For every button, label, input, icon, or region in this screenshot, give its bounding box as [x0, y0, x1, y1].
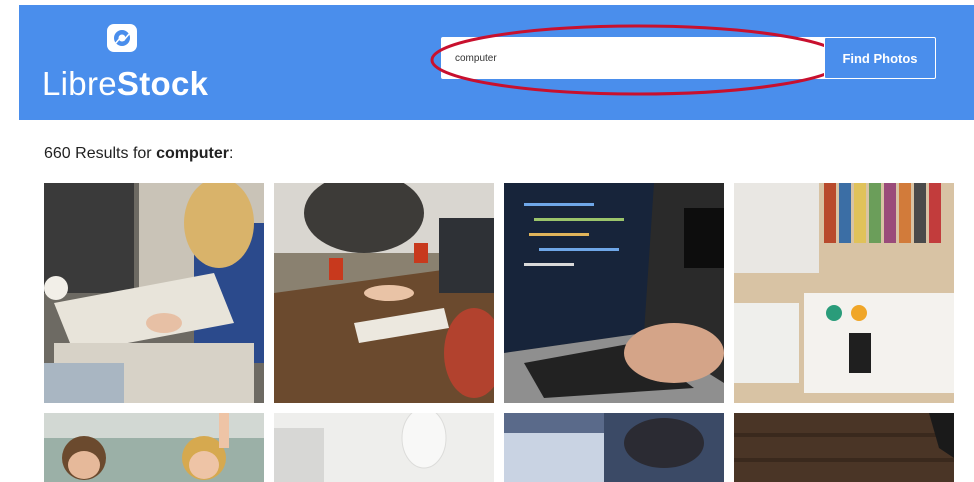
- photo-tile-kids[interactable]: [44, 413, 264, 482]
- photo-tile-keyboard-mouse[interactable]: [274, 413, 494, 482]
- logo-text-light: Libre: [42, 65, 117, 102]
- photo-people-table-image: [274, 183, 494, 403]
- logo-wordmark[interactable]: LibreStock: [42, 65, 208, 103]
- results-count: 660 Results for: [44, 145, 157, 162]
- results-summary: 660 Results for computer:: [44, 145, 233, 163]
- results-suffix: :: [228, 145, 234, 162]
- photo-people-writing-image: [44, 183, 264, 403]
- photo-monitor-image: [504, 413, 724, 482]
- photo-kids-image: [44, 413, 264, 482]
- search-input[interactable]: [441, 37, 834, 79]
- logo-camera-icon[interactable]: [107, 24, 137, 52]
- photo-tile-people-at-table[interactable]: [274, 183, 494, 403]
- logo-text-bold: Stock: [116, 65, 209, 102]
- results-query: computer: [156, 145, 229, 162]
- photo-tile-monitor[interactable]: [504, 413, 724, 482]
- photo-tile-people-writing[interactable]: [44, 183, 264, 403]
- photo-tile-desk-books[interactable]: [734, 183, 954, 403]
- photo-keyboard-mouse-image: [274, 413, 494, 482]
- photo-tile-wooden-desk[interactable]: [734, 413, 954, 482]
- photo-wooden-desk-image: [734, 413, 954, 482]
- photo-tile-laptop-code[interactable]: [504, 183, 724, 403]
- photo-desk-books-image: [734, 183, 954, 403]
- photo-laptop-code-image: [504, 183, 724, 403]
- find-photos-button[interactable]: Find Photos: [824, 37, 936, 79]
